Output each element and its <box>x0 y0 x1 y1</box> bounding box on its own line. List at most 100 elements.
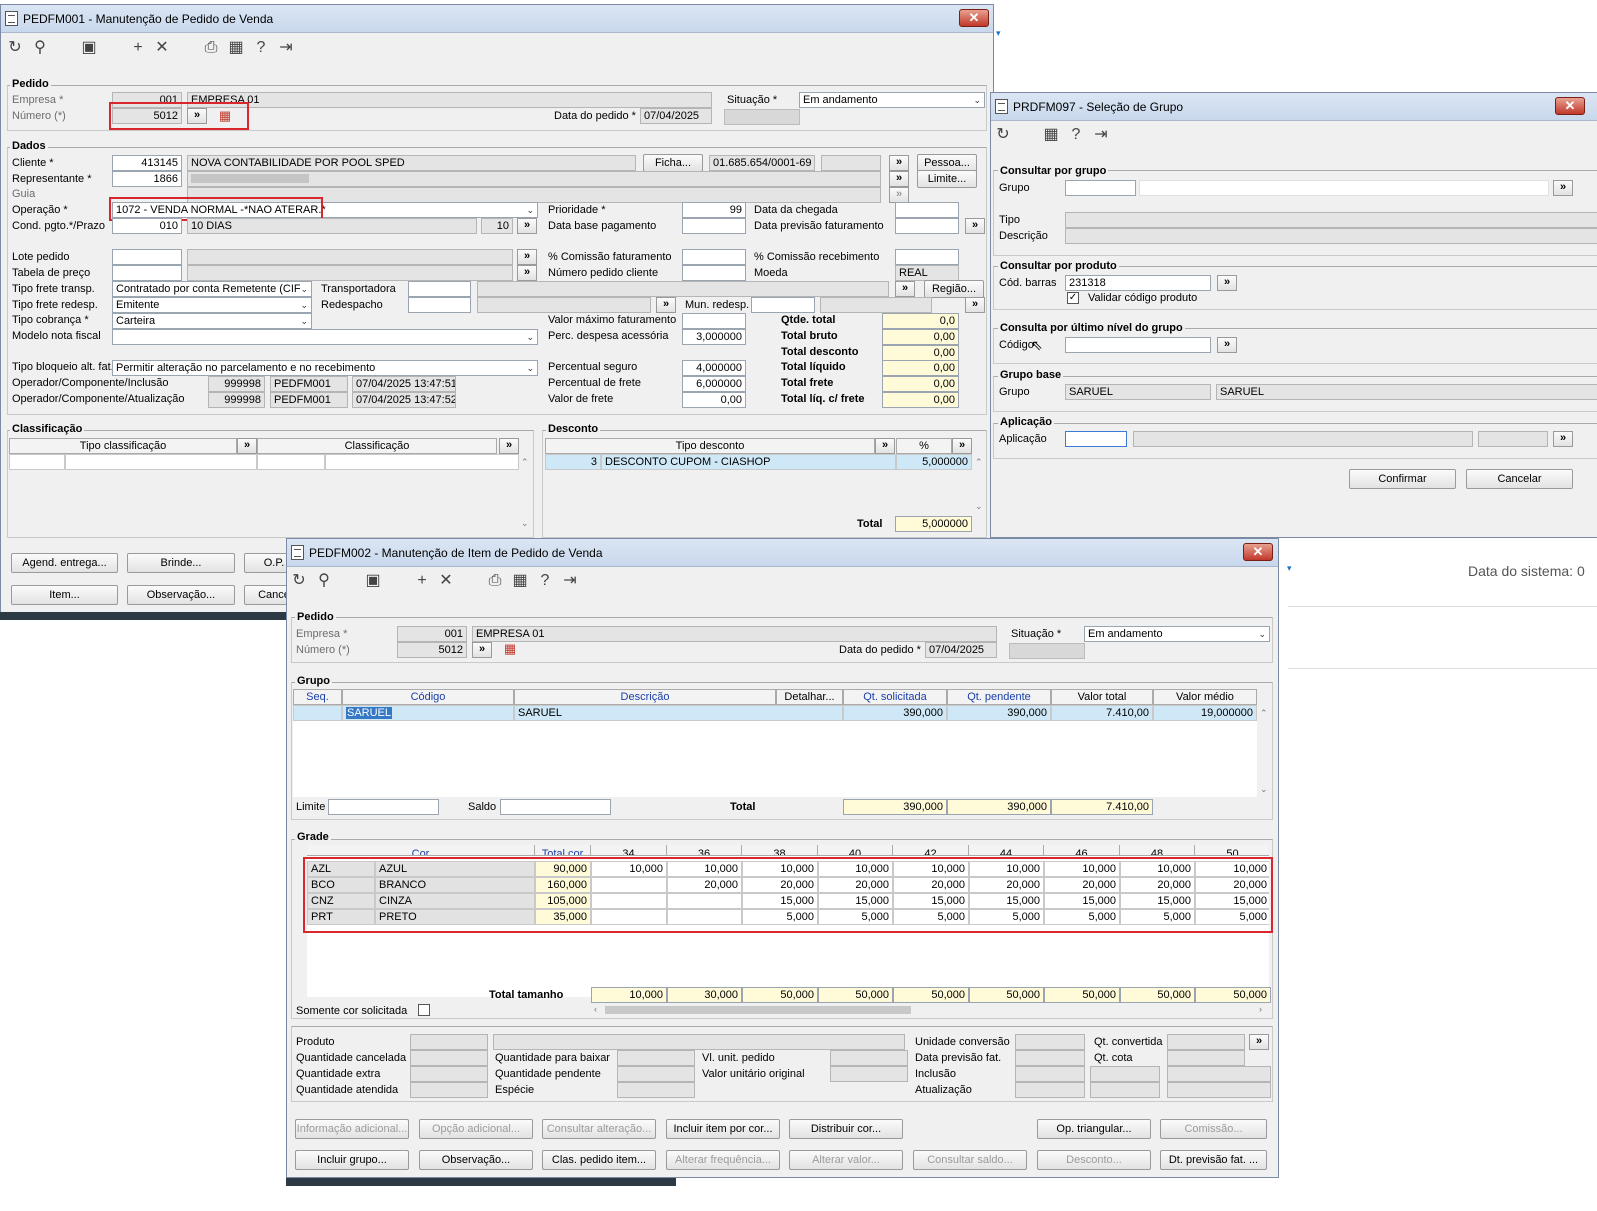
col-qt-solicitada[interactable]: Qt. solicitada <box>843 689 947 705</box>
save-icon[interactable]: ▣ <box>363 572 383 590</box>
add-icon[interactable]: + <box>412 572 432 590</box>
scroll-down-icon[interactable]: ⌄ <box>975 501 983 512</box>
col-size[interactable]: 50 <box>1195 845 1269 856</box>
limite-button[interactable]: Limite... <box>917 170 977 188</box>
cliente-code-field[interactable]: 413145 <box>112 155 182 171</box>
representante-code-field[interactable]: 1866 <box>112 171 182 187</box>
action-button[interactable]: Alterar valor... <box>789 1150 903 1170</box>
action-button[interactable]: Observação... <box>419 1150 533 1170</box>
table-row-qt-pendente[interactable]: 390,000 <box>947 705 1051 721</box>
action-button[interactable]: Incluir item por cor... <box>666 1119 780 1139</box>
brinde-button[interactable]: Brinde... <box>127 553 235 573</box>
situacao-select[interactable]: Em andamento ⌄ <box>799 92 985 108</box>
save-icon[interactable]: ▣ <box>79 39 99 57</box>
tabela-lookup-button[interactable]: » <box>517 265 537 281</box>
print-icon[interactable]: ⎙ <box>485 572 505 590</box>
classificacao-cell[interactable] <box>257 454 325 470</box>
lote-field[interactable] <box>112 249 182 265</box>
action-button[interactable]: Incluir grupo... <box>295 1150 409 1170</box>
tipo-frete-redesp-select[interactable]: Emitente ⌄ <box>112 297 312 313</box>
action-button[interactable]: Dt. previsão fat. ... <box>1160 1150 1267 1170</box>
redespacho-lookup-button[interactable]: » <box>656 297 676 313</box>
redespacho-field[interactable] <box>408 297 471 313</box>
action-button[interactable]: Desconto... <box>1037 1150 1151 1170</box>
desconto-name-cell[interactable]: DESCONTO CUPOM - CIASHOP <box>601 454 896 470</box>
table-row-descricao[interactable]: SARUEL <box>514 705 843 721</box>
desconto-pct-cell[interactable]: 5,000000 <box>896 454 972 470</box>
horizontal-scrollbar[interactable]: ‹ › <box>591 1004 1271 1016</box>
col-size[interactable]: 38 <box>742 845 818 856</box>
calendar-icon[interactable]: ▦ <box>1041 126 1061 144</box>
cliente-lookup-button[interactable]: » <box>889 155 909 171</box>
col-qt-pendente[interactable]: Qt. pendente <box>947 689 1051 705</box>
valor-frete-field[interactable]: 0,00 <box>682 392 746 408</box>
transportadora-field[interactable] <box>408 281 471 297</box>
print-icon[interactable]: ⎙ <box>201 39 221 57</box>
help-icon[interactable]: ? <box>1066 126 1086 144</box>
scroll-down-icon[interactable]: ⌄ <box>1260 784 1268 795</box>
col-size[interactable]: 46 <box>1044 845 1120 856</box>
codigo-lookup-button[interactable]: » <box>1217 337 1237 353</box>
tipo-desconto-lookup[interactable]: » <box>875 438 895 454</box>
classificacao-cell[interactable] <box>9 454 65 470</box>
grupo-field[interactable] <box>1065 180 1136 196</box>
scroll-left-icon[interactable]: ‹ <box>594 1004 597 1014</box>
comissao-recebimento-field[interactable] <box>895 249 959 265</box>
classificacao-lookup[interactable]: » <box>499 438 519 454</box>
tipo-frete-select[interactable]: Contratado por conta Remetente (CIF) ⌄ <box>112 281 312 297</box>
table-row-codigo[interactable]: SARUEL <box>342 705 514 721</box>
col-classificacao[interactable]: Classificação <box>257 438 497 454</box>
guia-lookup-button[interactable]: » <box>889 187 909 203</box>
action-button[interactable]: Opção adicional... <box>419 1119 533 1139</box>
table-row-seq[interactable] <box>293 705 342 721</box>
col-descricao[interactable]: Descrição <box>514 689 776 705</box>
close-button[interactable]: ✕ <box>959 9 989 27</box>
delete-icon[interactable]: ✕ <box>152 39 172 57</box>
limite-field[interactable] <box>328 799 439 815</box>
perc-frete-field[interactable]: 6,000000 <box>682 376 746 392</box>
transportadora-lookup-button[interactable]: » <box>895 281 915 297</box>
calendar-icon[interactable]: ▦ <box>226 39 246 57</box>
saldo-field[interactable] <box>500 799 611 815</box>
regiao-button[interactable]: Região... <box>924 280 984 298</box>
col-tipo-classificacao[interactable]: Tipo classificação <box>9 438 237 454</box>
grupo-lookup-button[interactable]: » <box>1553 180 1573 196</box>
col-total-cor[interactable]: Total cor <box>535 845 591 856</box>
col-cor[interactable]: Cor <box>307 845 535 856</box>
action-button[interactable]: Distribuir cor... <box>789 1119 903 1139</box>
delete-icon[interactable]: ✕ <box>436 572 456 590</box>
item-button[interactable]: Item... <box>11 585 118 605</box>
cod-barras-lookup-button[interactable]: » <box>1217 275 1237 291</box>
refresh-icon[interactable]: ↻ <box>289 572 309 590</box>
scrollbar-thumb[interactable] <box>605 1006 911 1014</box>
close-button[interactable]: ✕ <box>1243 543 1273 561</box>
table-row-qt-solicitada[interactable]: 390,000 <box>843 705 947 721</box>
exit-icon[interactable]: ⇥ <box>276 39 296 57</box>
prioridade-field[interactable]: 99 <box>682 202 746 218</box>
tabela-field[interactable] <box>112 265 182 281</box>
action-button[interactable]: Consultar alteração... <box>542 1119 656 1139</box>
cond-code-field[interactable]: 010 <box>112 218 182 234</box>
data-base-pagamento-field[interactable] <box>682 218 746 234</box>
mun-redesp-field[interactable] <box>751 297 815 313</box>
close-button[interactable]: ✕ <box>1555 97 1585 115</box>
comissao-faturamento-field[interactable] <box>682 249 746 265</box>
col-detalhar[interactable]: Detalhar... <box>776 689 843 705</box>
valor-maximo-field[interactable] <box>682 313 746 329</box>
qt-convertida-button[interactable]: » <box>1249 1034 1269 1050</box>
col-size[interactable]: 42 <box>893 845 969 856</box>
aplicacao-field[interactable] <box>1065 431 1127 447</box>
col-percentual[interactable]: % <box>896 438 952 454</box>
search-icon[interactable]: ⚲ <box>30 39 50 57</box>
numero-lookup-button[interactable]: » <box>472 642 492 658</box>
col-size[interactable]: 34 <box>591 845 667 856</box>
aplicacao-lookup-button[interactable]: » <box>1553 431 1573 447</box>
scroll-down-icon[interactable]: ⌄ <box>521 518 529 529</box>
scroll-up-icon[interactable]: ⌃ <box>1260 708 1268 719</box>
col-codigo[interactable]: Código <box>342 689 514 705</box>
data-previsao-button[interactable]: » <box>965 218 985 234</box>
action-button[interactable]: Comissão... <box>1160 1119 1267 1139</box>
action-button[interactable]: Op. triangular... <box>1037 1119 1151 1139</box>
validar-checkbox[interactable]: ✓ <box>1067 292 1079 304</box>
table-row-valor-total[interactable]: 7.410,00 <box>1051 705 1153 721</box>
